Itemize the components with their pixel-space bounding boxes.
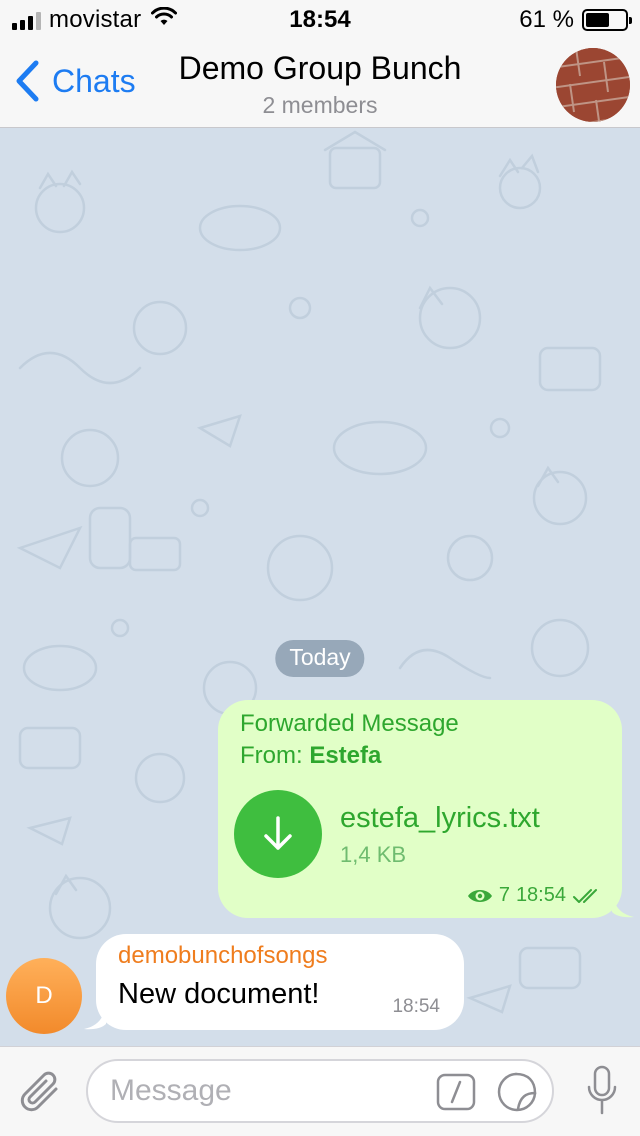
- input-bar: [0, 1046, 640, 1136]
- sticker-icon: [497, 1072, 537, 1112]
- message-text: New document!: [118, 978, 320, 1010]
- outgoing-message-bubble[interactable]: Forwarded Message From: Estefa estefa_ly…: [218, 700, 634, 918]
- chat-area[interactable]: Today Forwarded Message From: Estefa est…: [0, 128, 640, 1046]
- bot-command-button[interactable]: [436, 1073, 476, 1116]
- file-size: 1,4 KB: [340, 842, 407, 867]
- message-time: 18:54: [515, 884, 566, 906]
- member-count: 2 members: [262, 92, 378, 118]
- sticker-button[interactable]: [496, 1071, 538, 1118]
- date-separator: Today: [275, 640, 365, 677]
- sender-avatar[interactable]: D: [6, 958, 82, 1034]
- incoming-message-bubble[interactable]: demobunchofsongs New document! 18:54: [84, 934, 464, 1030]
- view-count: 7: [498, 884, 510, 906]
- bubble-tail: [612, 892, 634, 918]
- attach-button[interactable]: [20, 1069, 64, 1120]
- message-meta: 7 18:54: [467, 884, 602, 907]
- battery-level: [586, 13, 610, 27]
- forwarded-from-prefix: From:: [240, 742, 310, 769]
- microphone-icon: [587, 1065, 617, 1115]
- bubble-tail: [84, 1004, 106, 1030]
- paperclip-icon: [20, 1071, 58, 1112]
- arrow-down-icon: [264, 816, 292, 850]
- message-time: 18:54: [392, 996, 440, 1017]
- battery-percent: 61 %: [519, 6, 574, 33]
- download-button[interactable]: [234, 790, 322, 878]
- nav-bar: Chats Demo Group Bunch 2 members: [0, 40, 640, 128]
- message-field[interactable]: [86, 1059, 554, 1123]
- eye-icon: [467, 889, 492, 902]
- forwarded-from-name[interactable]: Estefa: [309, 742, 381, 769]
- sender-name[interactable]: demobunchofsongs: [118, 942, 327, 970]
- voice-record-button[interactable]: [586, 1065, 618, 1122]
- slash-command-icon: [436, 1073, 476, 1111]
- message-input[interactable]: [110, 1069, 430, 1113]
- status-bar: movistar 18:54 61 %: [0, 0, 640, 40]
- status-right: 61 %: [519, 6, 632, 34]
- forwarded-from: From: Estefa: [240, 742, 381, 770]
- double-check-icon: [573, 888, 597, 903]
- chat-title[interactable]: Demo Group Bunch: [0, 50, 640, 87]
- group-avatar[interactable]: [556, 48, 630, 122]
- battery-icon: [582, 9, 632, 31]
- file-name[interactable]: estefa_lyrics.txt: [340, 802, 540, 835]
- forwarded-label: Forwarded Message: [240, 710, 459, 737]
